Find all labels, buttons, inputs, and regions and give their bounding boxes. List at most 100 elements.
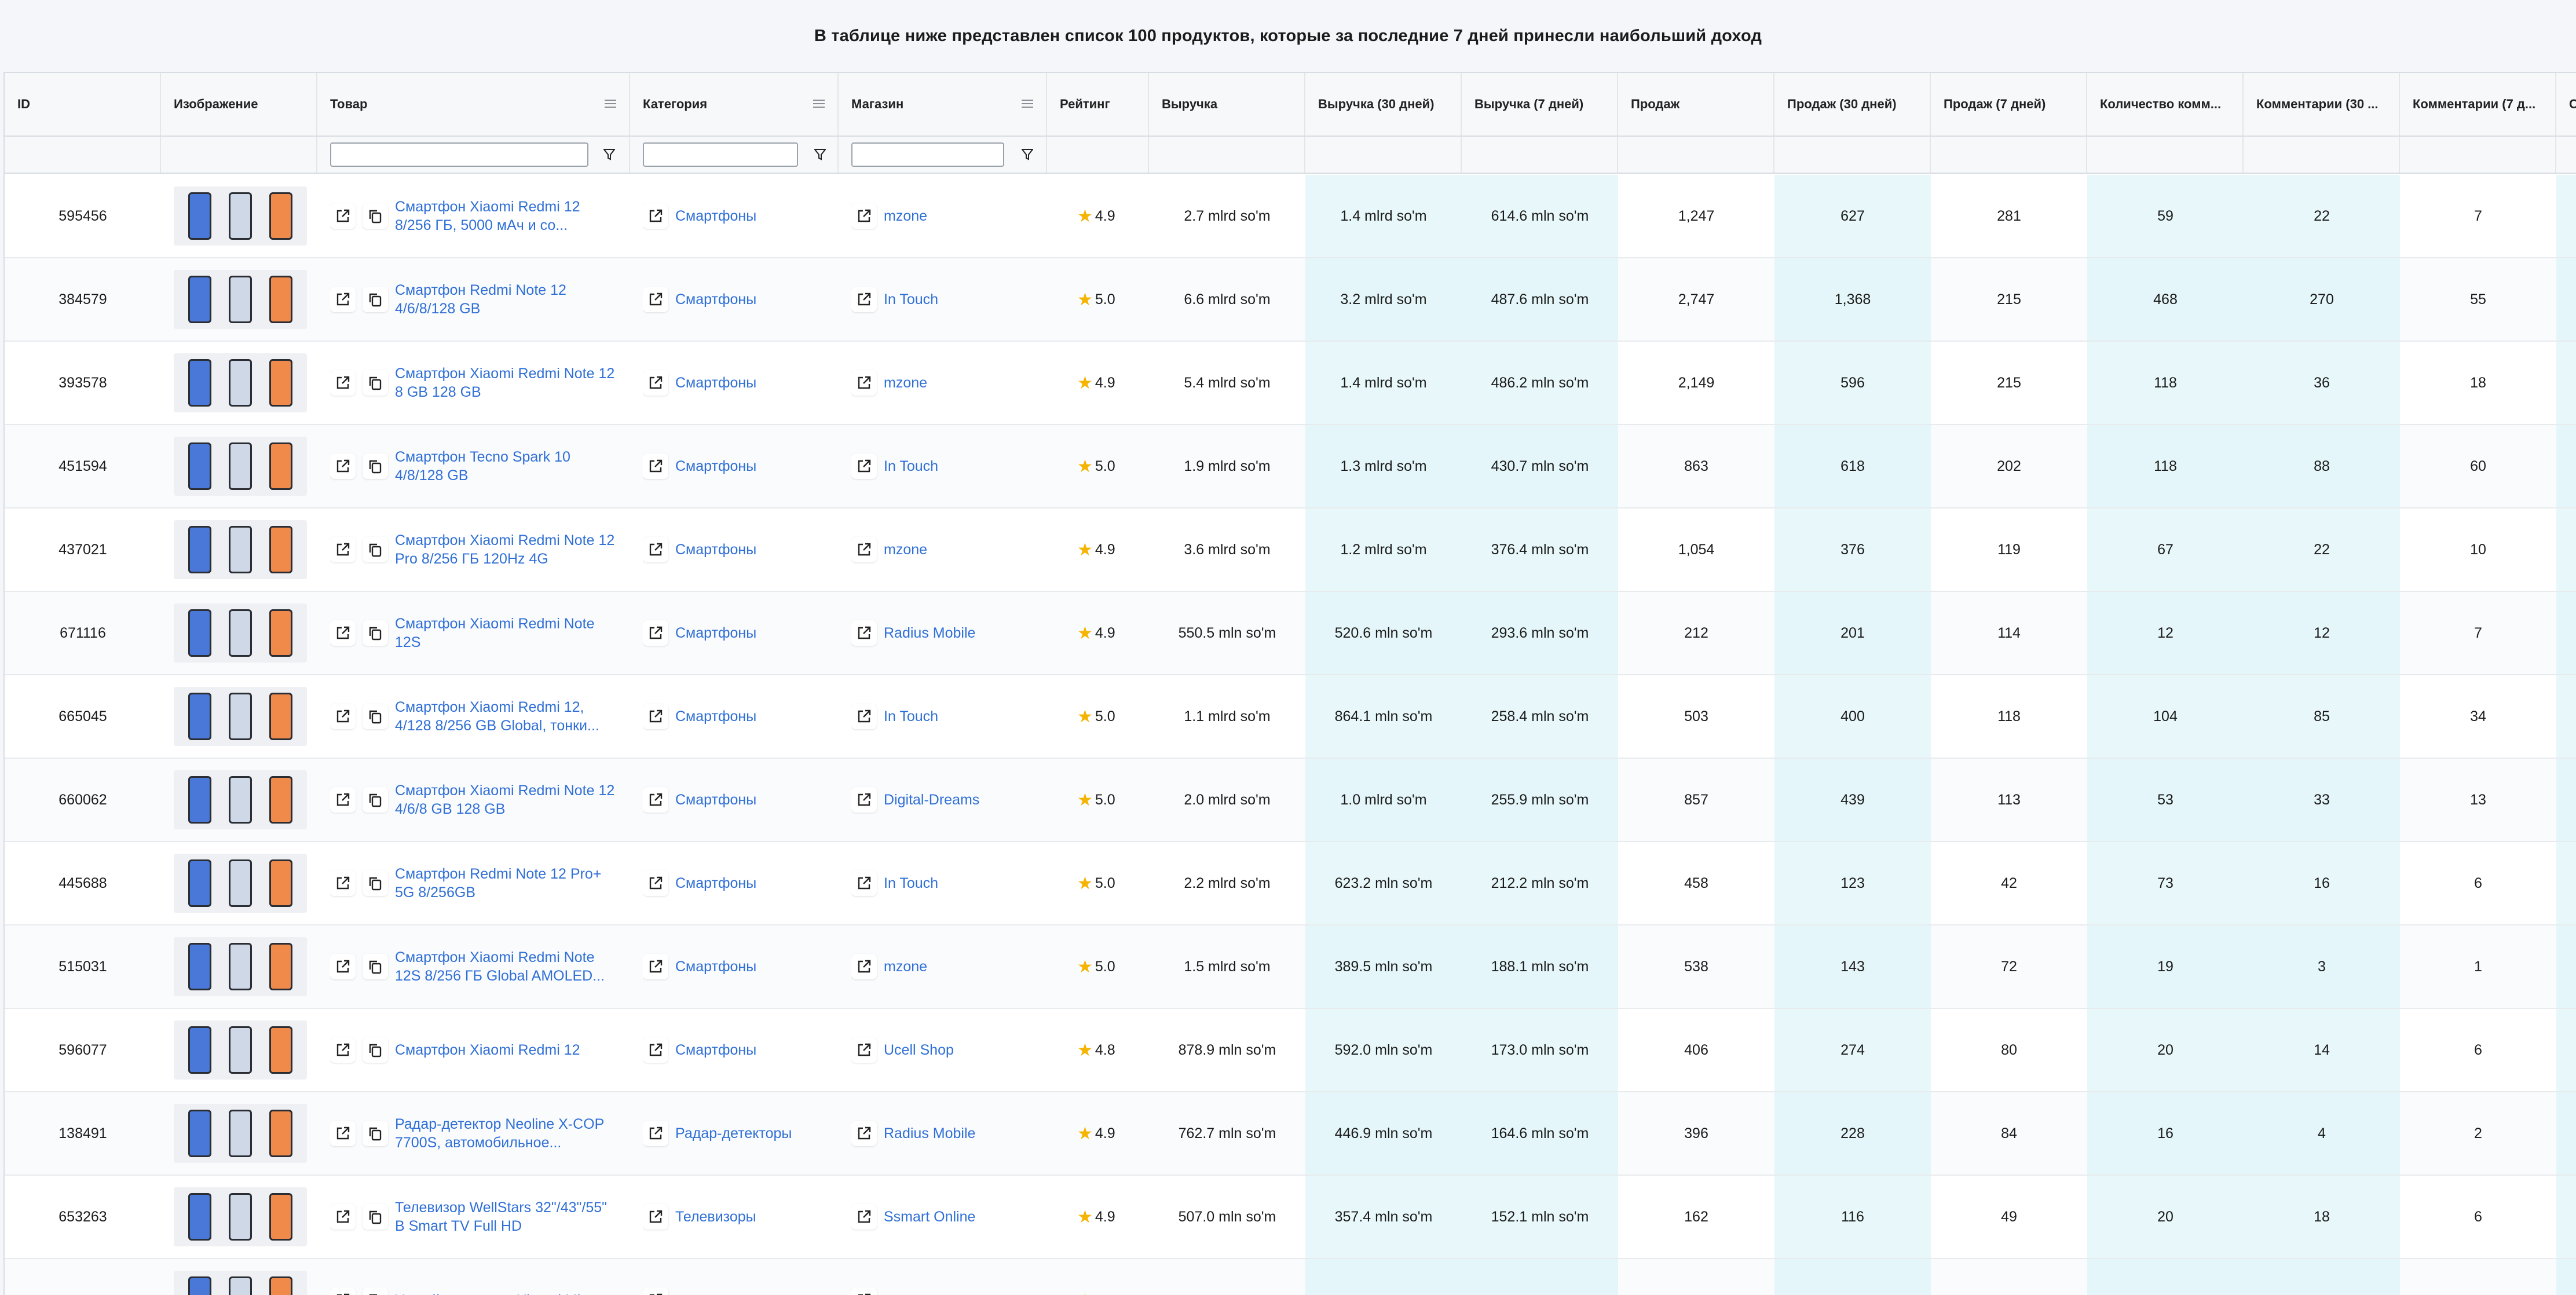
- category-link[interactable]: Смартфоны: [675, 792, 756, 809]
- shop-link[interactable]: Digital-Dreams: [884, 792, 979, 809]
- table-row[interactable]: 451594 Смартфон Tecno Spark 10 4/8/128 G…: [5, 425, 2576, 509]
- external-link-icon[interactable]: [330, 1037, 356, 1063]
- product-name-link[interactable]: Смартфон Redmi Note 12 4/6/8/128 GB: [395, 281, 615, 318]
- category-link[interactable]: Смартфоны: [675, 375, 756, 392]
- column-header-revenue-7[interactable]: Выручка (7 дней): [1462, 73, 1618, 136]
- product-image[interactable]: [174, 1176, 317, 1258]
- external-link-icon[interactable]: [330, 453, 356, 479]
- external-link-icon[interactable]: [643, 954, 668, 979]
- external-link-icon[interactable]: [851, 537, 877, 562]
- product-name-link[interactable]: Смартфон Xiaomi Redmi Note 12 4/6/8 GB 1…: [395, 781, 615, 818]
- product-image[interactable]: [174, 342, 317, 424]
- column-header-shop[interactable]: Магазин: [839, 73, 1047, 136]
- copy-icon[interactable]: [363, 954, 388, 979]
- copy-icon[interactable]: [363, 1037, 388, 1063]
- copy-icon[interactable]: [363, 537, 388, 562]
- external-link-icon[interactable]: [851, 787, 877, 813]
- product-image[interactable]: [174, 592, 317, 674]
- copy-icon[interactable]: [363, 1204, 388, 1230]
- product-image[interactable]: [174, 925, 317, 1008]
- shop-link[interactable]: In Touch: [884, 291, 938, 308]
- column-header-revenue-30[interactable]: Выручка (30 дней): [1305, 73, 1462, 136]
- copy-icon[interactable]: [363, 620, 388, 646]
- product-image[interactable]: [174, 842, 317, 924]
- external-link-icon[interactable]: [643, 1287, 668, 1295]
- external-link-icon[interactable]: [330, 1121, 356, 1146]
- table-row[interactable]: 437021 Смартфон Xiaomi Redmi Note 12 Pro…: [5, 509, 2576, 592]
- column-header-sales-7[interactable]: Продаж (7 дней): [1931, 73, 2087, 136]
- external-link-icon[interactable]: [330, 704, 356, 729]
- product-name-link[interactable]: Смартфон Xiaomi Redmi 12 8/256 ГБ, 5000 …: [395, 197, 615, 235]
- external-link-icon[interactable]: [851, 287, 877, 312]
- filter-icon[interactable]: [814, 148, 826, 161]
- shop-link[interactable]: mzone: [884, 375, 927, 392]
- column-header-rating[interactable]: Рейтинг: [1047, 73, 1149, 136]
- shop-link[interactable]: Ucell Shop: [884, 1042, 954, 1059]
- external-link-icon[interactable]: [330, 1204, 356, 1230]
- shop-link[interactable]: In Touch: [884, 875, 938, 892]
- product-name-link[interactable]: Смартфон Xiaomi Redmi 12, 4/128 8/256 GB…: [395, 698, 615, 735]
- category-link[interactable]: Смартфоны: [675, 959, 756, 975]
- external-link-icon[interactable]: [643, 287, 668, 312]
- column-header-next[interactable]: С: [2556, 73, 2576, 136]
- copy-icon[interactable]: [363, 704, 388, 729]
- table-row[interactable]: 138491 Радар-детектор Neoline X-COP 7700…: [5, 1092, 2576, 1176]
- category-link[interactable]: Смартфоны: [675, 542, 756, 558]
- external-link-icon[interactable]: [851, 954, 877, 979]
- filter-icon[interactable]: [1022, 148, 1033, 161]
- category-filter-input[interactable]: [643, 142, 798, 167]
- product-image[interactable]: [174, 1259, 317, 1295]
- external-link-icon[interactable]: [851, 370, 877, 396]
- table-row[interactable]: 393578 Смартфон Xiaomi Redmi Note 12 8 G…: [5, 342, 2576, 425]
- product-image[interactable]: [174, 759, 317, 841]
- external-link-icon[interactable]: [643, 1037, 668, 1063]
- external-link-icon[interactable]: [851, 1287, 877, 1295]
- copy-icon[interactable]: [363, 370, 388, 396]
- external-link-icon[interactable]: [643, 1121, 668, 1146]
- external-link-icon[interactable]: [330, 954, 356, 979]
- column-header-comments-30[interactable]: Комментарии (30 ...: [2244, 73, 2400, 136]
- external-link-icon[interactable]: [643, 370, 668, 396]
- category-link[interactable]: Смартфоны: [675, 291, 756, 308]
- external-link-icon[interactable]: [851, 620, 877, 646]
- shop-link[interactable]: mzone: [884, 542, 927, 558]
- column-menu-icon[interactable]: [1022, 100, 1033, 108]
- external-link-icon[interactable]: [643, 453, 668, 479]
- shop-filter-input[interactable]: [851, 142, 1004, 167]
- external-link-icon[interactable]: [330, 203, 356, 229]
- shop-link[interactable]: In Touch: [884, 458, 938, 475]
- column-menu-icon[interactable]: [605, 100, 616, 108]
- external-link-icon[interactable]: [643, 620, 668, 646]
- copy-icon[interactable]: [363, 453, 388, 479]
- shop-link[interactable]: Radius Mobile: [884, 1125, 975, 1142]
- external-link-icon[interactable]: [643, 704, 668, 729]
- external-link-icon[interactable]: [851, 453, 877, 479]
- category-link[interactable]: Смартфоны: [675, 458, 756, 475]
- external-link-icon[interactable]: [851, 1204, 877, 1230]
- table-row[interactable]: Умный телевизор Xiaomi Mi ★: [5, 1259, 2576, 1295]
- copy-icon[interactable]: [363, 1287, 388, 1295]
- product-image[interactable]: [174, 258, 317, 341]
- category-link[interactable]: Смартфоны: [675, 1042, 756, 1059]
- external-link-icon[interactable]: [851, 203, 877, 229]
- shop-link[interactable]: mzone: [884, 959, 927, 975]
- column-menu-icon[interactable]: [813, 100, 825, 108]
- table-row[interactable]: 384579 Смартфон Redmi Note 12 4/6/8/128 …: [5, 258, 2576, 342]
- shop-link[interactable]: Ssmart Online: [884, 1209, 975, 1226]
- product-name-link[interactable]: Телевизор WellStars 32"/43"/55" В Smart …: [395, 1198, 615, 1235]
- product-image[interactable]: [174, 425, 317, 507]
- table-row[interactable]: 595456 Смартфон Xiaomi Redmi 12 8/256 ГБ…: [5, 175, 2576, 258]
- external-link-icon[interactable]: [330, 287, 356, 312]
- copy-icon[interactable]: [363, 287, 388, 312]
- external-link-icon[interactable]: [330, 870, 356, 896]
- external-link-icon[interactable]: [643, 537, 668, 562]
- product-image[interactable]: [174, 1092, 317, 1175]
- product-name-link[interactable]: Смартфон Xiaomi Redmi Note 12 8 GB 128 G…: [395, 364, 615, 401]
- category-link[interactable]: Смартфоны: [675, 625, 756, 642]
- external-link-icon[interactable]: [330, 787, 356, 813]
- external-link-icon[interactable]: [851, 704, 877, 729]
- table-row[interactable]: 660062 Смартфон Xiaomi Redmi Note 12 4/6…: [5, 759, 2576, 842]
- column-header-comments-7[interactable]: Комментарии (7 д...: [2400, 73, 2556, 136]
- product-image[interactable]: [174, 509, 317, 591]
- external-link-icon[interactable]: [851, 870, 877, 896]
